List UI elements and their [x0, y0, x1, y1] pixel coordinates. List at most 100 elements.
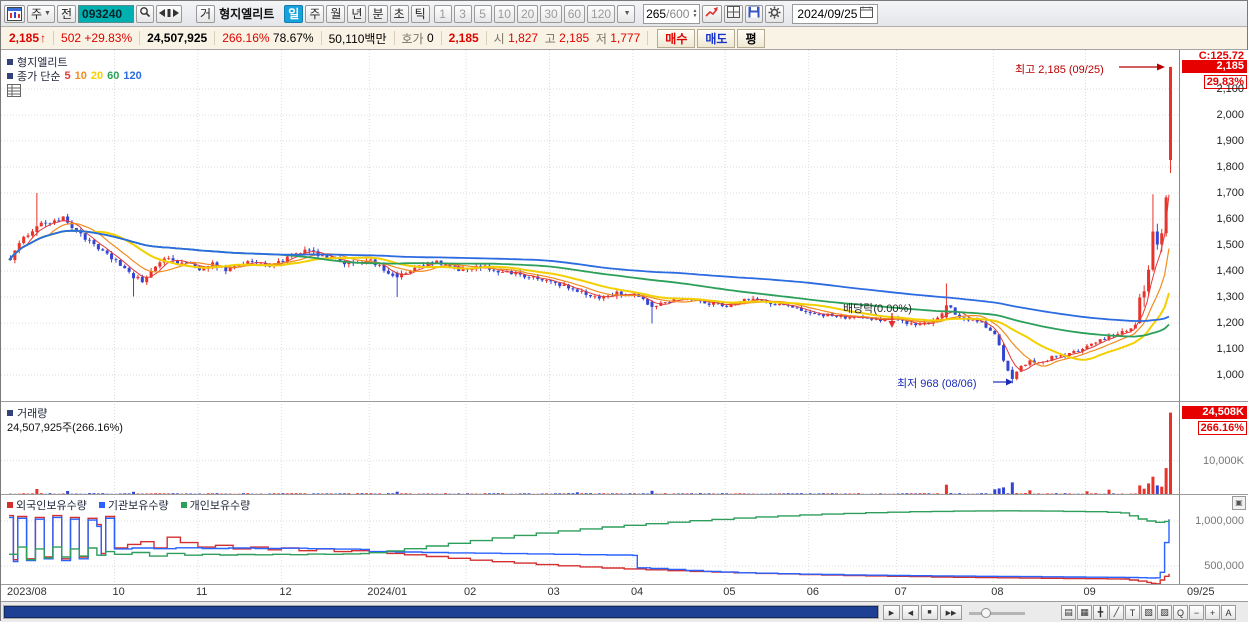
- bar-count-value: 265: [646, 7, 666, 21]
- volume-marker: 24,508K: [1182, 406, 1247, 419]
- arrow-down-icon: [887, 313, 897, 328]
- annotation-low: 최저 968 (08/06): [897, 375, 977, 391]
- candlestick-chart[interactable]: [1, 50, 1179, 401]
- month-label: 04: [631, 586, 643, 598]
- prev-next-stock-control[interactable]: [156, 5, 182, 23]
- magnifier-icon[interactable]: Q: [1173, 605, 1188, 620]
- minute-button[interactable]: 3: [454, 5, 472, 23]
- legend-bullet-icon: [99, 502, 105, 508]
- avg-button[interactable]: 평: [737, 29, 764, 48]
- period-button[interactable]: 틱: [411, 5, 430, 23]
- price-tick: 1,600: [1216, 213, 1244, 225]
- chart-grid-icon[interactable]: ▦: [1077, 605, 1092, 620]
- stop-button[interactable]: ■: [921, 605, 938, 620]
- holders-legend-item: 기관보유수량: [99, 497, 169, 513]
- zoom-slider-thumb[interactable]: [981, 608, 991, 618]
- buy-button[interactable]: 매수: [657, 29, 695, 48]
- zoom-out-button[interactable]: −: [1189, 605, 1204, 620]
- minute-button[interactable]: 120: [587, 5, 615, 23]
- multi-chart-button[interactable]: [724, 5, 743, 23]
- fast-forward-button[interactable]: ▶▶: [940, 605, 962, 620]
- trendline-icon[interactable]: ╱: [1109, 605, 1124, 620]
- scrollbar-thumb[interactable]: [4, 606, 878, 618]
- volume-pct-marker: 266.16%: [1198, 421, 1247, 435]
- holders-legend-label: 개인보유수량: [190, 497, 251, 513]
- prev-next-icon: [159, 7, 179, 21]
- toolbar: 주▼ 전 거 형지엘리트 일주월년분초틱 13510203060120 ▼ 26…: [1, 1, 1247, 27]
- pane-expand-icon[interactable]: ▣: [1232, 496, 1246, 510]
- period-type-combo[interactable]: 주▼: [27, 5, 55, 23]
- ma-legend: 종가 단순 5102060120: [7, 68, 146, 84]
- settings-button[interactable]: [765, 5, 784, 23]
- scroll-play-button[interactable]: ▶: [883, 605, 900, 620]
- spinner-icon[interactable]: ▲▼: [692, 9, 697, 19]
- month-label: 02: [464, 586, 476, 598]
- chart-scrollbar[interactable]: [3, 605, 879, 619]
- holders-tick: 500,000: [1204, 560, 1244, 572]
- minute-button[interactable]: 5: [474, 5, 492, 23]
- search-button[interactable]: [136, 5, 154, 23]
- price-axis: C:125.722,18529.83%2,1002,0001,9001,8001…: [1179, 50, 1248, 601]
- indicator-combo[interactable]: ▼: [617, 5, 635, 23]
- minute-button[interactable]: 10: [494, 5, 515, 23]
- price-tick: 1,200: [1216, 317, 1244, 329]
- month-label: 06: [807, 586, 819, 598]
- price-tick: 1,900: [1216, 135, 1244, 147]
- high-value: 2,185: [559, 31, 589, 45]
- save-button[interactable]: [745, 5, 763, 23]
- minute-button-group: 13510203060120: [434, 5, 615, 23]
- geo-button[interactable]: 거: [196, 5, 215, 23]
- minute-button[interactable]: 20: [517, 5, 538, 23]
- price-tick: 1,700: [1216, 187, 1244, 199]
- hoga-value: 0: [427, 31, 434, 45]
- bar-count-field[interactable]: 265/600 ▲▼: [643, 4, 700, 24]
- signal-button[interactable]: [702, 5, 722, 23]
- text-tool-icon[interactable]: T: [1125, 605, 1140, 620]
- month-label: 12: [279, 586, 291, 598]
- chevron-down-icon: ▼: [624, 10, 631, 17]
- date-picker[interactable]: 2024/09/25: [792, 4, 878, 24]
- month-label: 09: [1084, 586, 1096, 598]
- current-price-marker: 2,185: [1182, 60, 1247, 73]
- minute-button[interactable]: 1: [434, 5, 452, 23]
- screen-layout-icon[interactable]: ▤: [1061, 605, 1076, 620]
- search-icon: [139, 6, 151, 21]
- eraser-icon[interactable]: ▨: [1157, 605, 1172, 620]
- month-label: 07: [895, 586, 907, 598]
- arrow-right-icon: [993, 377, 1013, 387]
- zoom-slider[interactable]: [969, 612, 1025, 615]
- price-tick: 1,500: [1216, 239, 1244, 251]
- jeon-button[interactable]: 전: [57, 5, 76, 23]
- sell-button[interactable]: 매도: [697, 29, 735, 48]
- period-button[interactable]: 주: [305, 5, 324, 23]
- volume-chart[interactable]: [1, 401, 1179, 494]
- open-label: 시: [494, 30, 505, 47]
- pattern-icon[interactable]: ▧: [1141, 605, 1156, 620]
- crosshair-icon[interactable]: ╋: [1093, 605, 1108, 620]
- gear-icon: [768, 6, 781, 22]
- ma-legend-label: 종가 단순: [17, 68, 61, 84]
- volume-ratio: 266.16%: [222, 31, 269, 45]
- legend-bullet-icon: [7, 502, 13, 508]
- holders-tick: 1,000,000: [1195, 515, 1244, 527]
- minute-button[interactable]: 30: [540, 5, 561, 23]
- minute-button[interactable]: 60: [564, 5, 585, 23]
- period-button[interactable]: 분: [368, 5, 387, 23]
- annotation-high: 최고 2,185 (09/25): [1015, 61, 1104, 77]
- auto-scale-button[interactable]: A: [1221, 605, 1236, 620]
- step-back-button[interactable]: ◀: [902, 605, 919, 620]
- month-label: 03: [547, 586, 559, 598]
- chart-window-icon[interactable]: [4, 5, 25, 23]
- zoom-in-button[interactable]: +: [1205, 605, 1220, 620]
- period-button[interactable]: 일: [284, 5, 303, 23]
- price-tick: 2,100: [1216, 83, 1244, 95]
- period-button-group: 일주월년분초틱: [284, 5, 429, 23]
- stock-code-input[interactable]: [78, 5, 134, 23]
- period-button[interactable]: 월: [326, 5, 345, 23]
- period-button[interactable]: 초: [390, 5, 409, 23]
- last-date-label: 09/25: [1187, 586, 1215, 598]
- chart-window: 주▼ 전 거 형지엘리트 일주월년분초틱 13510203060120 ▼ 26…: [0, 0, 1248, 621]
- period-button[interactable]: 년: [347, 5, 366, 23]
- turnover-ratio: 78.67%: [273, 31, 314, 45]
- price-tick: 1,800: [1216, 161, 1244, 173]
